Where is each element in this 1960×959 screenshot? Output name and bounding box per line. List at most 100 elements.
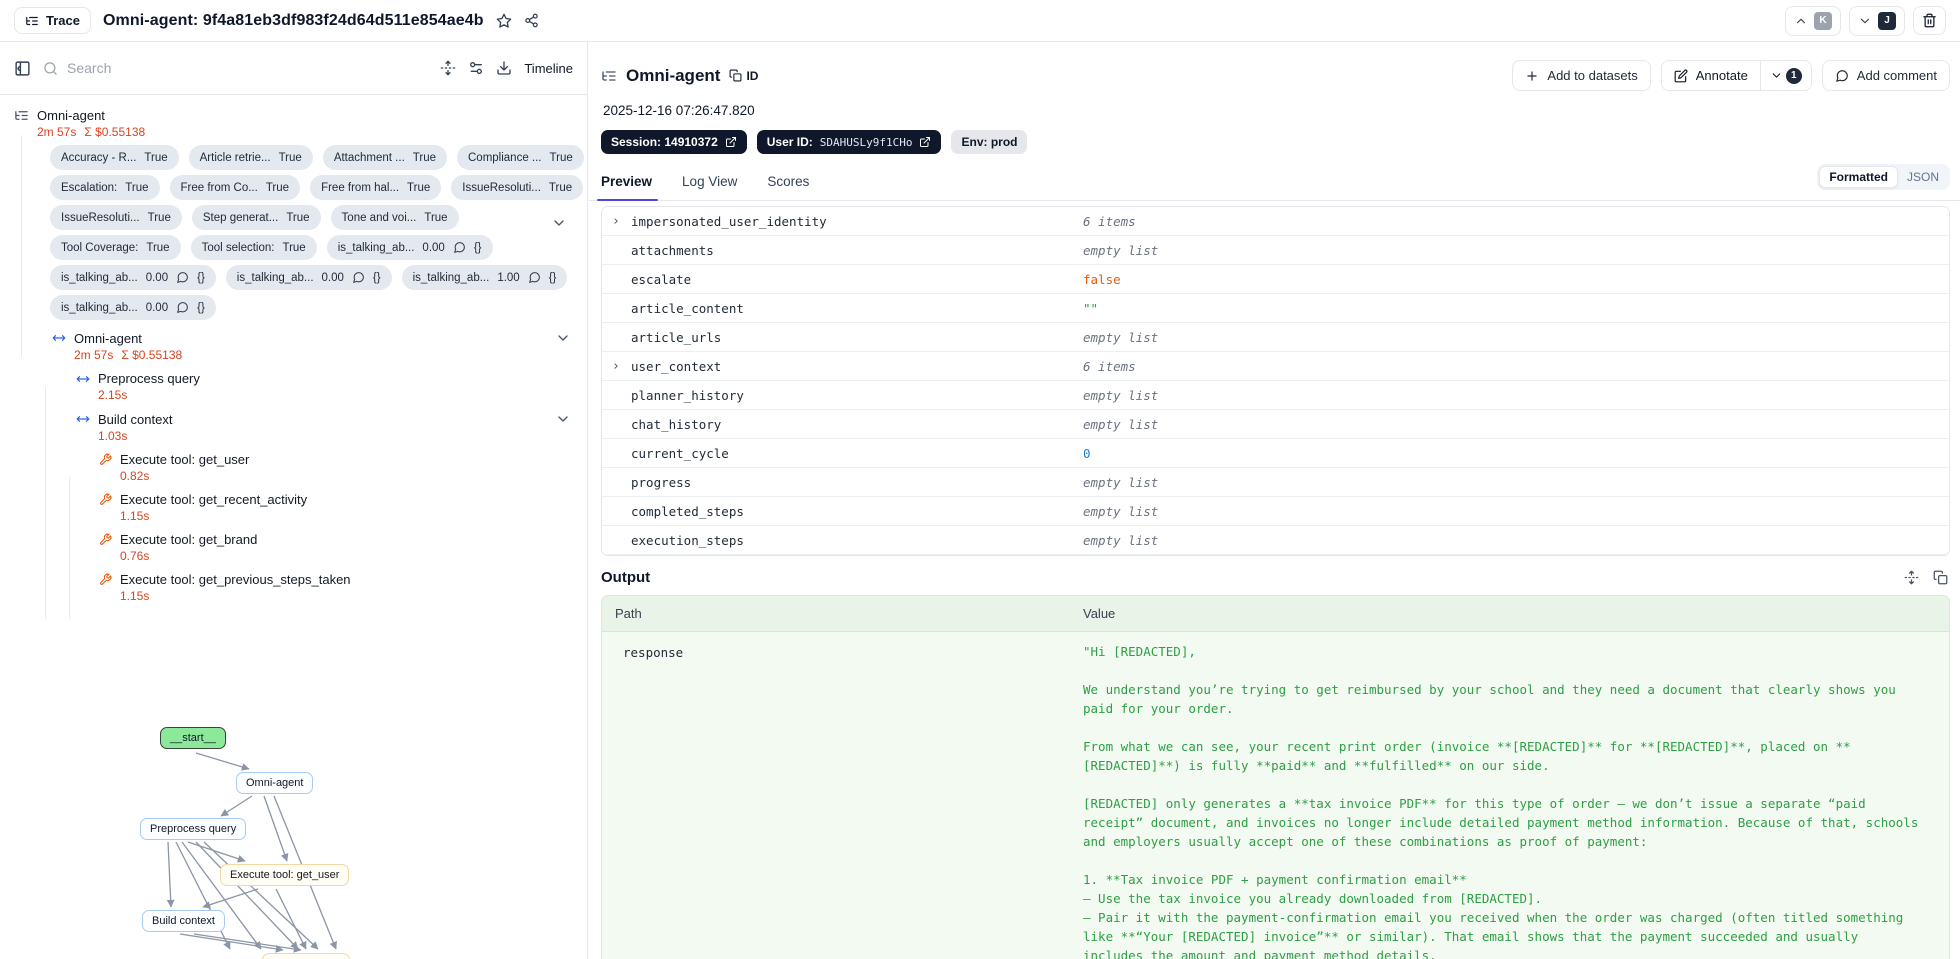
row-key: execution_steps [631, 532, 744, 548]
bookmark-star-button[interactable] [496, 13, 512, 29]
table-row[interactable]: attachments empty list [602, 236, 1949, 265]
topbar-controls: K J [1785, 5, 1946, 36]
score-badge[interactable]: Accuracy - R... True [50, 145, 179, 170]
score-badge[interactable]: Tool selection: True [190, 235, 317, 260]
comment-icon [528, 271, 541, 284]
user-id-badge[interactable]: User ID: SDAHUSLy9f1CHo [756, 130, 942, 154]
format-formatted-option[interactable]: Formatted [1819, 166, 1898, 188]
score-value: True [549, 151, 573, 164]
prev-trace-button[interactable]: K [1785, 5, 1841, 36]
copy-output-button[interactable] [1933, 570, 1948, 585]
score-badge[interactable]: is_talking_ab... 0.00 {} [50, 265, 216, 290]
format-json-option[interactable]: JSON [1898, 167, 1948, 187]
row-value: empty list [1083, 532, 1159, 548]
score-value: True [278, 151, 302, 164]
table-row[interactable]: article_urls empty list [602, 323, 1949, 352]
graph-node-execute-get-user[interactable]: Execute tool: get_user [220, 864, 350, 886]
tab-preview[interactable]: Preview [596, 174, 659, 201]
add-comment-button[interactable]: Add comment [1821, 60, 1950, 91]
score-badge[interactable]: IssueResoluti... True [50, 205, 182, 230]
annotate-button[interactable]: Annotate [1662, 68, 1760, 83]
score-badge[interactable]: Tool Coverage: True [50, 235, 181, 260]
graph-node-omni-agent[interactable]: Omni-agent [236, 772, 314, 794]
tab-log-view[interactable]: Log View [682, 174, 737, 200]
score-badge[interactable]: is_talking_ab... 0.00 {} [326, 235, 493, 260]
table-row[interactable]: article_content "" [602, 294, 1949, 323]
score-name: Free from Co... [180, 181, 258, 194]
collapse-node-chevron[interactable] [551, 215, 567, 231]
graph-node-partial[interactable] [262, 953, 350, 959]
collapse-node-chevron[interactable] [555, 411, 571, 427]
table-row[interactable]: escalate false [602, 265, 1949, 294]
table-row[interactable]: completed_steps empty list [602, 497, 1949, 526]
tree-node-preprocess-query[interactable]: Preprocess query [76, 371, 571, 386]
download-button[interactable] [496, 60, 512, 76]
tree-guide-line [45, 387, 46, 619]
next-trace-button[interactable]: J [1849, 5, 1905, 36]
output-header-icons [1904, 570, 1948, 585]
tree-node-label: Preprocess query [98, 371, 200, 386]
expand-collapse-all-button[interactable] [440, 60, 456, 76]
tree-settings-button[interactable] [468, 60, 484, 76]
comment-icon [176, 301, 189, 314]
wrench-icon [99, 573, 112, 586]
score-value: True [407, 181, 431, 194]
score-badge[interactable]: Tone and voi... True [330, 205, 459, 230]
kbd-k: K [1814, 11, 1832, 30]
collapse-panel-button[interactable] [14, 60, 31, 77]
score-badge[interactable]: Step generat... True [191, 205, 321, 230]
comment-icon [1835, 69, 1848, 82]
search-input[interactable] [67, 60, 429, 76]
graph-node-preprocess-query[interactable]: Preprocess query [140, 818, 247, 840]
share-button[interactable] [524, 13, 539, 28]
table-row[interactable]: › user_context 6 items [602, 352, 1949, 381]
table-row[interactable]: chat_history empty list [602, 410, 1949, 439]
graph-node-start[interactable]: __start__ [160, 727, 226, 749]
tree-node-root[interactable]: Omni-agent [14, 108, 587, 123]
graph-node-build-context[interactable]: Build context [142, 910, 225, 932]
table-row[interactable]: planner_history empty list [602, 381, 1949, 410]
tree-node-get-user[interactable]: Execute tool: get_user [99, 452, 571, 467]
add-to-datasets-button[interactable]: Add to datasets [1512, 60, 1651, 91]
column-value: Value [1083, 606, 1116, 621]
score-badge[interactable]: Article retrie... True [188, 145, 313, 170]
tree-node-build-context[interactable]: Build context [76, 411, 571, 427]
expand-output-button[interactable] [1904, 570, 1919, 585]
table-row[interactable]: current_cycle 0 [602, 439, 1949, 468]
score-badge[interactable]: Free from hal... True [310, 175, 442, 200]
score-name: Tool Coverage: [61, 241, 139, 254]
table-row[interactable]: › impersonated_user_identity 6 items [602, 207, 1949, 236]
score-badge[interactable]: Free from Co... True [169, 175, 301, 200]
tab-scores[interactable]: Scores [767, 174, 809, 200]
score-badge[interactable]: is_talking_ab... 0.00 {} [50, 295, 216, 320]
score-badge[interactable]: IssueResoluti... True [451, 175, 584, 200]
table-row[interactable]: execution_steps empty list [602, 526, 1949, 555]
delete-trace-button[interactable] [1913, 6, 1946, 35]
duration: 2m 57s [74, 348, 114, 362]
score-badge[interactable]: is_talking_ab... 1.00 {} [401, 265, 568, 290]
wrench-icon [99, 453, 112, 466]
score-name: is_talking_ab... [412, 271, 490, 284]
score-name: is_talking_ab... [61, 301, 138, 314]
tree-node-get-recent-activity[interactable]: Execute tool: get_recent_activity [99, 492, 571, 507]
score-badge[interactable]: Attachment ... True [322, 145, 447, 170]
tree-node-span[interactable]: Omni-agent [52, 330, 571, 346]
annotate-label: Annotate [1695, 68, 1748, 83]
collapse-node-chevron[interactable] [555, 330, 571, 346]
session-badge[interactable]: Session: 14910372 [601, 130, 747, 154]
score-badge[interactable]: Escalation: True [50, 175, 160, 200]
copy-id-button[interactable]: ID [729, 69, 758, 83]
cost: Σ $0.55138 [121, 348, 183, 362]
external-link-icon [920, 137, 931, 147]
table-row[interactable]: progress empty list [602, 468, 1949, 497]
annotate-dropdown-button[interactable]: 1 [1761, 67, 1811, 84]
trace-type-chip: Trace [14, 7, 91, 34]
tree-node-get-brand[interactable]: Execute tool: get_brand [99, 532, 571, 547]
duration: 1.03s [98, 429, 128, 443]
score-badge[interactable]: is_talking_ab... 0.00 {} [225, 265, 392, 290]
score-badge[interactable]: Compliance ... True [457, 145, 584, 170]
score-name: Compliance ... [468, 151, 542, 164]
timeline-toggle[interactable]: Timeline [524, 61, 573, 76]
tree-node-get-previous-steps-taken[interactable]: Execute tool: get_previous_steps_taken [99, 572, 571, 587]
output-section-header: Output [601, 569, 1948, 586]
